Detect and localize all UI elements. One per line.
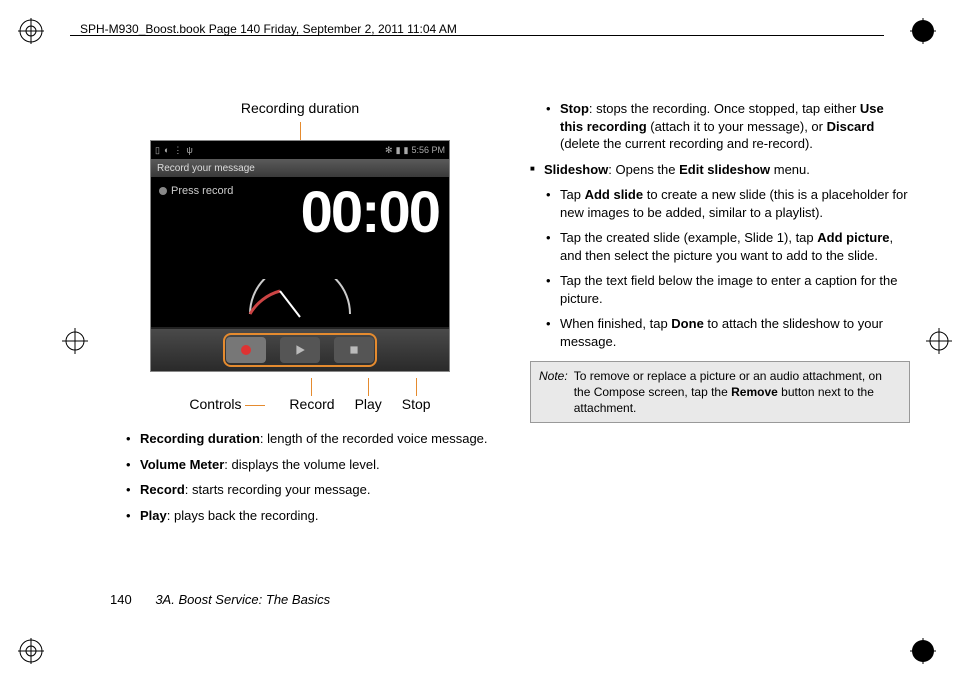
controls-bar — [151, 329, 449, 371]
list-item: Volume Meter: displays the volume level. — [140, 456, 490, 474]
status-bar: ▯ ◐ ⋮ ψ ✻ ▮ ▮ 5:56 PM — [151, 141, 449, 159]
signal-icon: ▮ — [396, 145, 401, 156]
list-item: Record: starts recording your message. — [140, 481, 490, 499]
press-record-label: Press record — [159, 185, 233, 197]
crop-mark-icon — [910, 638, 936, 664]
status-icon: ▯ — [155, 145, 160, 156]
leader-line — [300, 122, 301, 140]
list-item: Play: plays back the recording. — [140, 507, 490, 525]
pdf-header: SPH-M930_Boost.book Page 140 Friday, Sep… — [80, 22, 457, 36]
battery-icon: ▮ — [404, 145, 409, 156]
note-label: Note: — [539, 368, 568, 417]
note-box: Note: To remove or replace a picture or … — [530, 361, 910, 424]
bluetooth-icon: ✻ — [385, 145, 393, 156]
phone-screenshot: ▯ ◐ ⋮ ψ ✻ ▮ ▮ 5:56 PM Record your messag… — [150, 140, 450, 372]
vu-meter-icon — [240, 279, 360, 319]
status-icon: ψ — [186, 145, 192, 155]
callout-record: Record — [289, 396, 334, 412]
wifi-icon: ◐ — [164, 145, 169, 155]
callout-play: Play — [355, 396, 382, 412]
crop-mark-icon — [18, 18, 44, 44]
section-title: 3A. Boost Service: The Basics — [155, 592, 330, 607]
slideshow-steps: Tap Add slide to create a new slide (thi… — [530, 186, 910, 350]
list-item: Tap the text field below the image to en… — [560, 272, 910, 307]
list-item: Tap the created slide (example, Slide 1)… — [560, 229, 910, 264]
crop-mark-icon — [926, 328, 952, 354]
callout-recording-duration: Recording duration — [135, 100, 465, 116]
note-text: To remove or replace a picture or an aud… — [574, 368, 901, 417]
clock: 5:56 PM — [411, 145, 445, 155]
list-item: When finished, tap Done to attach the sl… — [560, 315, 910, 350]
crop-mark-icon — [18, 638, 44, 664]
slideshow-heading: Slideshow: Opens the Edit slideshow menu… — [530, 161, 910, 179]
callout-stop: Stop — [402, 396, 431, 412]
screen-title: Record your message — [151, 159, 449, 177]
controls-highlight — [223, 333, 377, 367]
page-number: 140 — [110, 592, 132, 607]
list-item: Tap Add slide to create a new slide (thi… — [560, 186, 910, 221]
list-item: Recording duration: length of the record… — [140, 430, 490, 448]
status-icon: ⋮ — [173, 145, 182, 156]
voice-recorder-figure: Recording duration ▯ ◐ ⋮ ψ ✻ ▮ ▮ 5:56 PM — [135, 100, 465, 412]
callout-controls: Controls — [189, 396, 265, 412]
stop-item-list: Stop: stops the recording. Once stopped,… — [530, 100, 910, 153]
crop-mark-icon — [62, 328, 88, 354]
timer-readout: 00:00 — [301, 179, 439, 246]
crop-mark-icon — [910, 18, 936, 44]
list-item: Slideshow: Opens the Edit slideshow menu… — [544, 161, 910, 179]
list-item: Stop: stops the recording. Once stopped,… — [560, 100, 910, 153]
page-footer: 140 3A. Boost Service: The Basics — [110, 592, 330, 607]
left-bullet-list: Recording duration: length of the record… — [110, 430, 490, 524]
